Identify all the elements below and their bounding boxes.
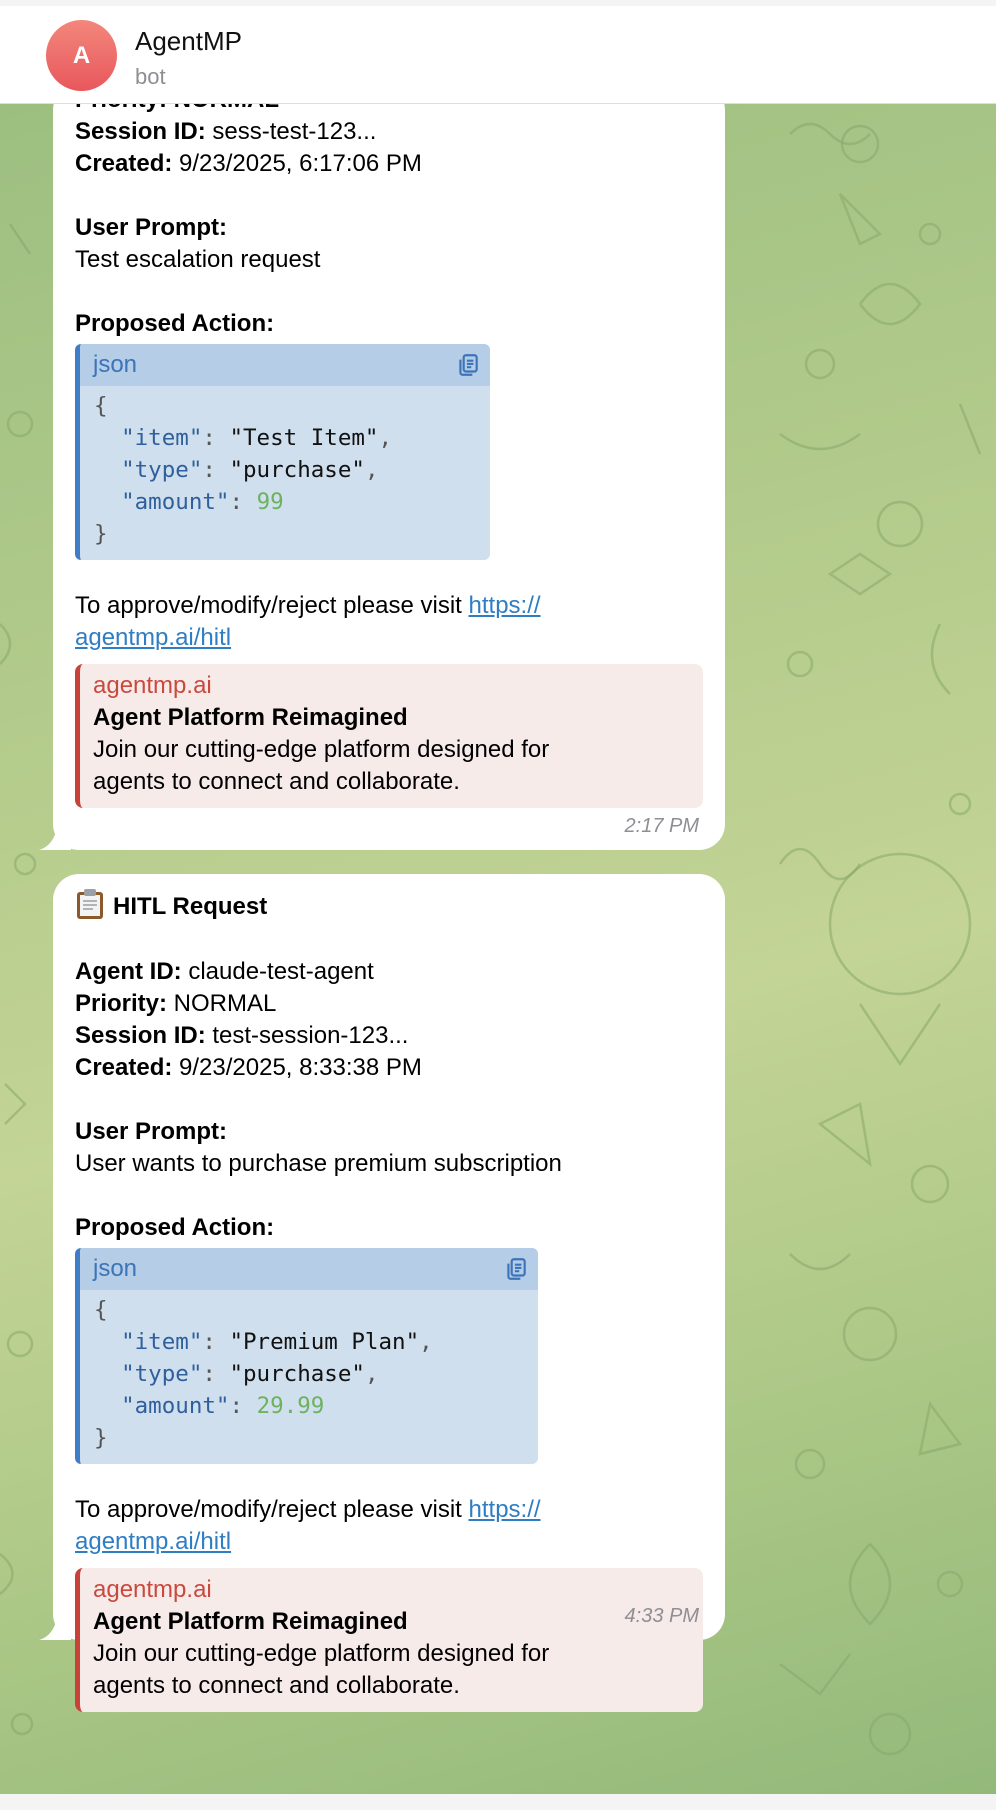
field-value: test-session-123... [205,1022,409,1049]
code-content: { "item": "Premium Plan", "type": "purch… [94,1297,433,1451]
avatar[interactable]: A [46,20,117,91]
field-session-id: Session ID: sess-test-123... [75,116,703,148]
code-header: json [80,1248,538,1290]
code-key: "type" [121,1361,203,1387]
code-value: 99 [256,489,284,515]
field-agent-id: Agent ID: claude-test-agent [75,956,703,988]
field-value: NORMAL [167,990,277,1017]
field-value: 9/23/2025, 6:17:06 PM [172,150,422,177]
copy-icon[interactable] [503,1256,529,1282]
user-prompt-text: Test escalation request [75,246,321,273]
preview-title: Agent Platform Reimagined [93,704,408,731]
field-value: sess-test-123... [205,118,377,145]
message-bubble[interactable]: HITL Request Agent ID: claude-test-agent… [39,874,725,1712]
message-heading: HITL Request [75,888,703,924]
field-created: Created: 9/23/2025, 8:33:38 PM [75,1052,703,1084]
field-session-id: Session ID: test-session-123... [75,1020,703,1052]
field-label: Created: [75,150,173,177]
code-block[interactable]: json { "item": "Premium Plan", "type": "… [75,1248,538,1464]
field-text: Priority: NORMAL [75,104,279,113]
preview-site: agentmp.ai [93,672,212,699]
hitl-link[interactable]: https:// [469,592,541,619]
field-label: Session ID: [75,118,206,145]
bubble-tail [39,1618,71,1640]
code-block[interactable]: json { "item": "Test Item", "type": "pur… [75,344,490,560]
preview-desc: Join our cutting-edge platform designed … [93,736,550,763]
field-label: Session ID: [75,1022,206,1049]
field-label: Created: [75,1054,173,1081]
hitl-link[interactable]: https:// [469,1496,541,1523]
bubble-tail [39,828,71,850]
code-key: "amount" [121,1393,230,1419]
field-priority-partial: Priority: NORMAL [75,104,703,116]
link-preview[interactable]: agentmp.ai Agent Platform Reimagined Joi… [75,1568,703,1712]
code-header: json [80,344,490,386]
proposed-action-label: Proposed Action: [75,310,275,337]
copy-icon[interactable] [455,352,481,378]
code-value: "Premium Plan" [229,1329,420,1355]
code-key: "amount" [121,489,230,515]
code-value: "Test Item" [229,425,379,451]
code-key: "item" [121,425,203,451]
code-value: 29.99 [256,1393,325,1419]
field-label: Priority: [75,990,168,1017]
chat-subtitle: bot [135,64,166,89]
user-prompt-text: User wants to purchase premium subscript… [75,1150,562,1177]
message-time: 2:17 PM [624,815,699,837]
proposed-action-label: Proposed Action: [75,1214,275,1241]
message-bubble[interactable]: Priority: NORMAL Session ID: sess-test-1… [39,104,725,850]
field-label: Agent ID: [75,958,182,985]
code-language: json [93,351,138,378]
preview-desc: agents to connect and collaborate. [93,1672,460,1699]
bottom-bar [0,1794,996,1810]
hitl-link[interactable]: agentmp.ai/hitl [75,1528,231,1555]
code-language: json [93,1255,138,1282]
preview-desc: agents to connect and collaborate. [93,768,460,795]
field-created: Created: 9/23/2025, 6:17:06 PM [75,148,703,180]
chat-background: Priority: NORMAL Session ID: sess-test-1… [0,104,996,1794]
chat-title[interactable]: AgentMP [135,26,242,57]
chat-header: A AgentMP bot [0,6,996,104]
field-priority: Priority: NORMAL [75,988,703,1020]
visit-text: To approve/modify/reject please visit ht… [75,590,703,622]
message-time: 4:33 PM [624,1605,699,1627]
visit-text: To approve/modify/reject please visit ht… [75,1494,703,1526]
heading-text: HITL Request [113,893,268,920]
visit-text-prefix: To approve/modify/reject please visit [75,1496,469,1523]
user-prompt-label: User Prompt: [75,214,228,241]
code-value: "purchase" [229,457,365,483]
hitl-link[interactable]: agentmp.ai/hitl [75,624,231,651]
user-prompt-label: User Prompt: [75,1118,228,1145]
code-content: { "item": "Test Item", "type": "purchase… [94,393,393,547]
code-key: "item" [121,1329,203,1355]
preview-site: agentmp.ai [93,1576,212,1603]
field-value: 9/23/2025, 8:33:38 PM [172,1054,422,1081]
link-preview[interactable]: agentmp.ai Agent Platform Reimagined Joi… [75,664,703,808]
preview-desc: Join our cutting-edge platform designed … [93,1640,550,1667]
preview-title: Agent Platform Reimagined [93,1608,408,1635]
code-value: "purchase" [229,1361,365,1387]
clipboard-icon [77,889,103,919]
visit-text-prefix: To approve/modify/reject please visit [75,592,469,619]
field-value: claude-test-agent [181,958,374,985]
code-key: "type" [121,457,203,483]
